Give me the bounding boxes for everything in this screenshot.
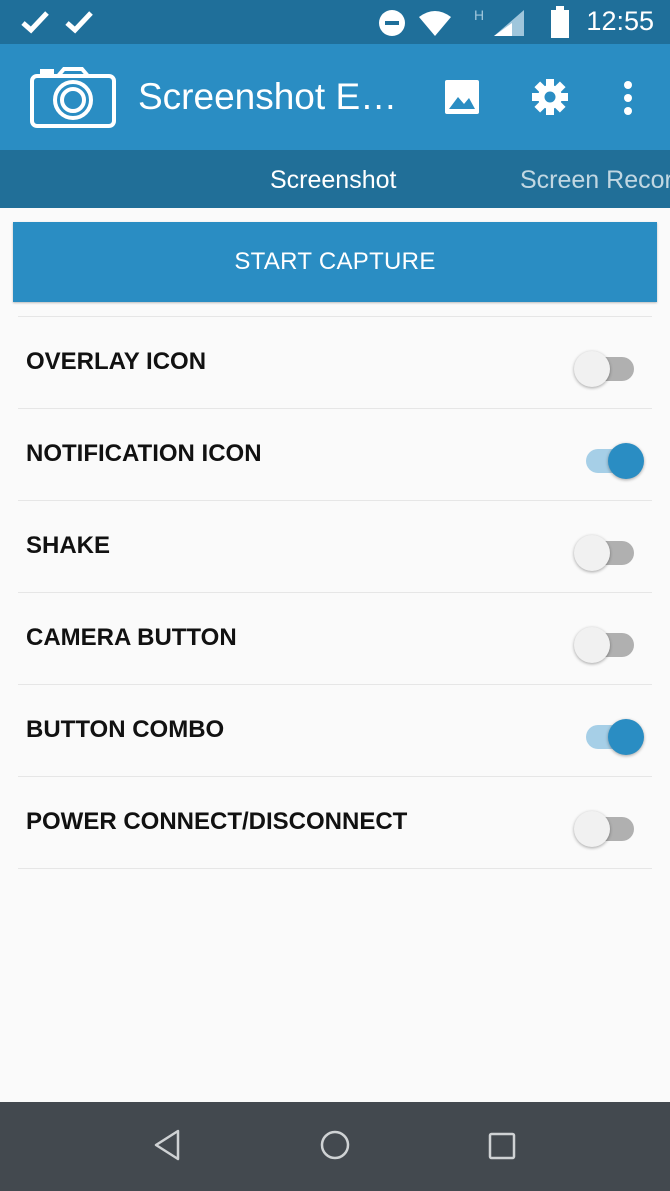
start-capture-button[interactable]: START CAPTURE bbox=[13, 222, 657, 302]
overflow-menu-icon[interactable] bbox=[620, 80, 636, 116]
setting-label: POWER CONNECT/DISCONNECT bbox=[26, 808, 408, 835]
camera-logo-icon bbox=[30, 67, 116, 128]
do-not-disturb-icon bbox=[379, 10, 405, 36]
signal-h-icon: H bbox=[474, 7, 524, 36]
notification-icon-toggle[interactable] bbox=[574, 436, 646, 479]
tab-screen-recorder[interactable]: Screen Recorder bbox=[520, 166, 670, 195]
home-icon[interactable] bbox=[318, 1128, 352, 1162]
check-icon bbox=[65, 11, 93, 34]
battery-icon bbox=[551, 6, 569, 38]
check-icon bbox=[21, 11, 49, 34]
setting-label: SHAKE bbox=[26, 532, 111, 559]
navigation-bar bbox=[0, 1102, 670, 1191]
recents-icon[interactable] bbox=[488, 1132, 516, 1160]
app-bar: Screenshot Easy bbox=[0, 44, 670, 150]
tab-bar: Screenshot Screen Recorder bbox=[0, 150, 670, 208]
svg-text:H: H bbox=[474, 7, 484, 23]
setting-row-button-combo: BUTTON COMBO bbox=[18, 685, 652, 777]
setting-row-power-connect: POWER CONNECT/DISCONNECT bbox=[18, 777, 652, 869]
clock: 12:55 bbox=[586, 6, 654, 36]
setting-label: CAMERA BUTTON bbox=[26, 624, 237, 651]
shake-toggle[interactable] bbox=[574, 528, 646, 571]
setting-label: NOTIFICATION ICON bbox=[26, 440, 262, 467]
camera-button-toggle[interactable] bbox=[574, 620, 646, 663]
app-title: Screenshot Easy bbox=[138, 76, 408, 117]
gallery-icon[interactable] bbox=[444, 79, 480, 115]
setting-row-camera-button: CAMERA BUTTON bbox=[18, 593, 652, 685]
wifi-icon bbox=[419, 11, 451, 36]
tab-screenshot[interactable]: Screenshot bbox=[270, 166, 396, 195]
button-combo-toggle[interactable] bbox=[574, 712, 646, 755]
overlay-icon-toggle[interactable] bbox=[574, 344, 646, 387]
setting-row-notification-icon: NOTIFICATION ICON bbox=[18, 409, 652, 501]
setting-label: BUTTON COMBO bbox=[26, 716, 225, 743]
setting-row-overlay-icon: OVERLAY ICON bbox=[18, 317, 652, 409]
setting-label: OVERLAY ICON bbox=[26, 348, 207, 375]
settings-list: OVERLAY ICON NOTIFICATION ICON SHAKE CAM… bbox=[18, 316, 652, 869]
back-icon[interactable] bbox=[152, 1128, 182, 1162]
setting-row-shake: SHAKE bbox=[18, 501, 652, 593]
status-bar: H 12:55 bbox=[0, 0, 670, 44]
settings-gear-icon[interactable] bbox=[531, 78, 569, 116]
power-connect-toggle[interactable] bbox=[574, 804, 646, 847]
